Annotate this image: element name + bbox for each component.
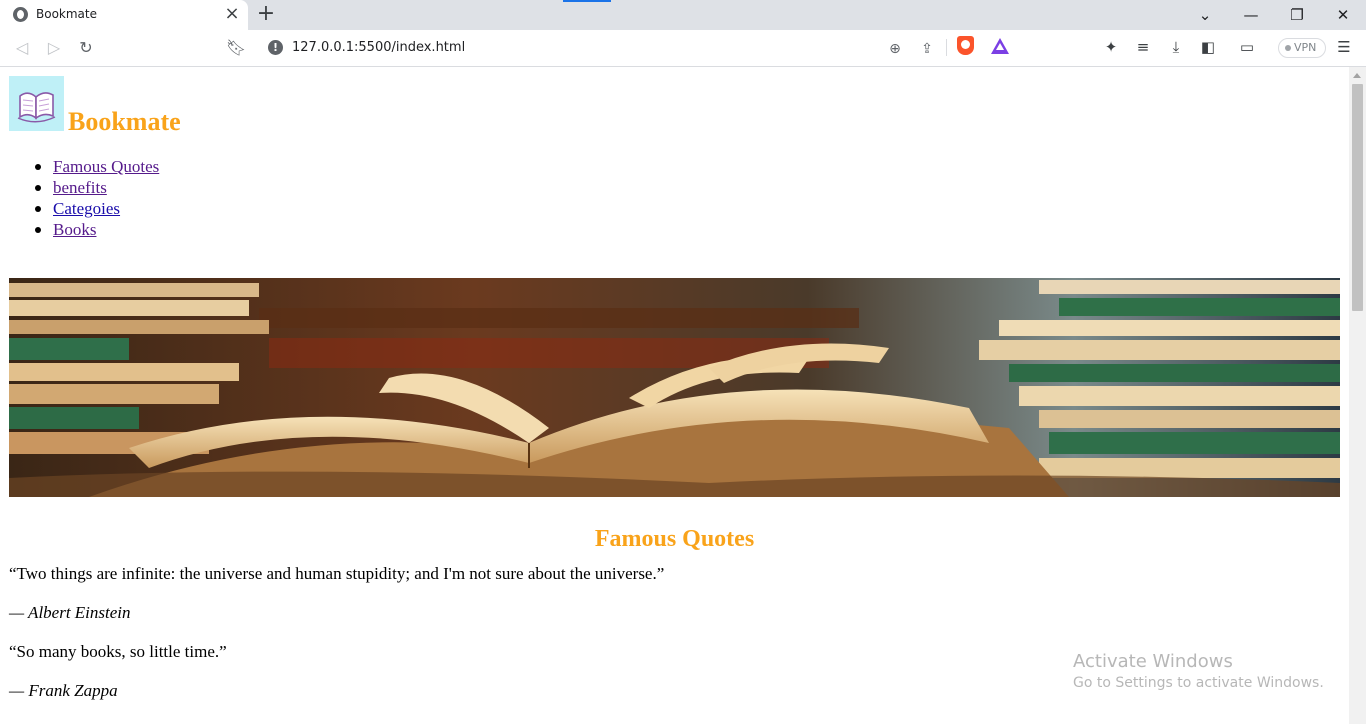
page-viewport: Bookmate Famous Quotes benefits Categoie… <box>0 67 1366 724</box>
tab-indicator <box>563 0 611 2</box>
reload-button[interactable]: ↻ <box>74 37 98 59</box>
share-icon[interactable]: ⇪ <box>918 40 936 58</box>
site-info-icon[interactable]: ! <box>268 40 283 55</box>
close-window-button[interactable]: ✕ <box>1328 4 1358 26</box>
open-books-photo <box>9 278 1340 497</box>
open-book-logo-icon <box>17 92 56 123</box>
hero-image <box>9 278 1340 497</box>
toolbar-divider <box>946 39 947 56</box>
close-tab-icon[interactable]: × <box>223 4 241 24</box>
extensions-icon[interactable]: ✦ <box>1100 37 1122 57</box>
quote-author: — Frank Zappa <box>9 681 118 700</box>
forward-button[interactable]: ▷ <box>42 37 66 59</box>
scroll-up-arrow-icon[interactable] <box>1353 73 1361 78</box>
quote-text: “So many books, so little time.” <box>9 642 227 661</box>
new-tab-button[interactable]: + <box>255 3 277 25</box>
nav-link-benefits[interactable]: benefits <box>53 178 107 197</box>
nav-item-categories: Categoies <box>34 198 159 219</box>
tab-search-icon[interactable]: ⌄ <box>1190 4 1220 26</box>
tab-title: Bookmate <box>36 7 97 21</box>
download-icon[interactable]: ⤓ <box>1165 37 1187 57</box>
wallet-icon[interactable]: ▭ <box>1236 37 1258 57</box>
nav-item-benefits: benefits <box>34 177 159 198</box>
menu-icon[interactable]: ☰ <box>1333 37 1355 57</box>
playlist-icon[interactable]: ≡ <box>1132 37 1154 57</box>
vpn-button[interactable]: VPN <box>1278 38 1326 58</box>
tab-strip: Bookmate × + ⌄ — ❐ ✕ <box>0 0 1366 30</box>
nav-item-famous-quotes: Famous Quotes <box>34 156 159 177</box>
nav-item-books: Books <box>34 219 159 240</box>
quote-author: — Albert Einstein <box>9 603 131 622</box>
vpn-label: VPN <box>1294 41 1317 54</box>
quote-text: “Two things are infinite: the universe a… <box>9 564 665 583</box>
page-scrollbar[interactable] <box>1349 67 1366 724</box>
address-bar[interactable]: ! 127.0.0.1:5500/index.html ⊕ ⇪ <box>258 34 1018 62</box>
brave-shields-icon[interactable] <box>957 36 974 55</box>
brand-title: Bookmate <box>68 107 181 136</box>
bookmark-icon[interactable]: 🔖︎ <box>224 37 248 59</box>
browser-chrome: Bookmate × + ⌄ — ❐ ✕ ◁ ▷ ↻ 🔖︎ ! 127.0.0.… <box>0 0 1366 67</box>
sidebar-icon[interactable]: ◧ <box>1197 37 1219 57</box>
restore-button[interactable]: ❐ <box>1282 4 1312 26</box>
watermark-subtitle: Go to Settings to activate Windows. <box>1073 675 1324 691</box>
section-title: Famous Quotes <box>594 526 755 552</box>
vpn-status-dot <box>1285 45 1291 51</box>
nav-link-books[interactable]: Books <box>53 220 96 239</box>
nav-list: Famous Quotes benefits Categoies Books <box>34 156 159 240</box>
tab-bookmate[interactable]: Bookmate × <box>0 0 248 30</box>
globe-icon <box>13 7 28 22</box>
nav-link-categories[interactable]: Categoies <box>53 199 120 218</box>
zoom-icon[interactable]: ⊕ <box>886 40 904 58</box>
brave-rewards-icon[interactable] <box>991 38 1009 54</box>
watermark-title: Activate Windows <box>1073 651 1233 672</box>
url-text[interactable]: 127.0.0.1:5500/index.html <box>292 40 465 55</box>
scrollbar-thumb[interactable] <box>1352 84 1363 311</box>
logo <box>9 76 64 131</box>
minimize-button[interactable]: — <box>1236 4 1266 26</box>
windows-activation-watermark: Activate Windows Go to Settings to activ… <box>1073 651 1324 691</box>
back-button[interactable]: ◁ <box>10 37 34 59</box>
toolbar: ◁ ▷ ↻ 🔖︎ ! 127.0.0.1:5500/index.html ⊕ ⇪ <box>0 30 1366 67</box>
nav-link-famous-quotes[interactable]: Famous Quotes <box>53 157 159 176</box>
